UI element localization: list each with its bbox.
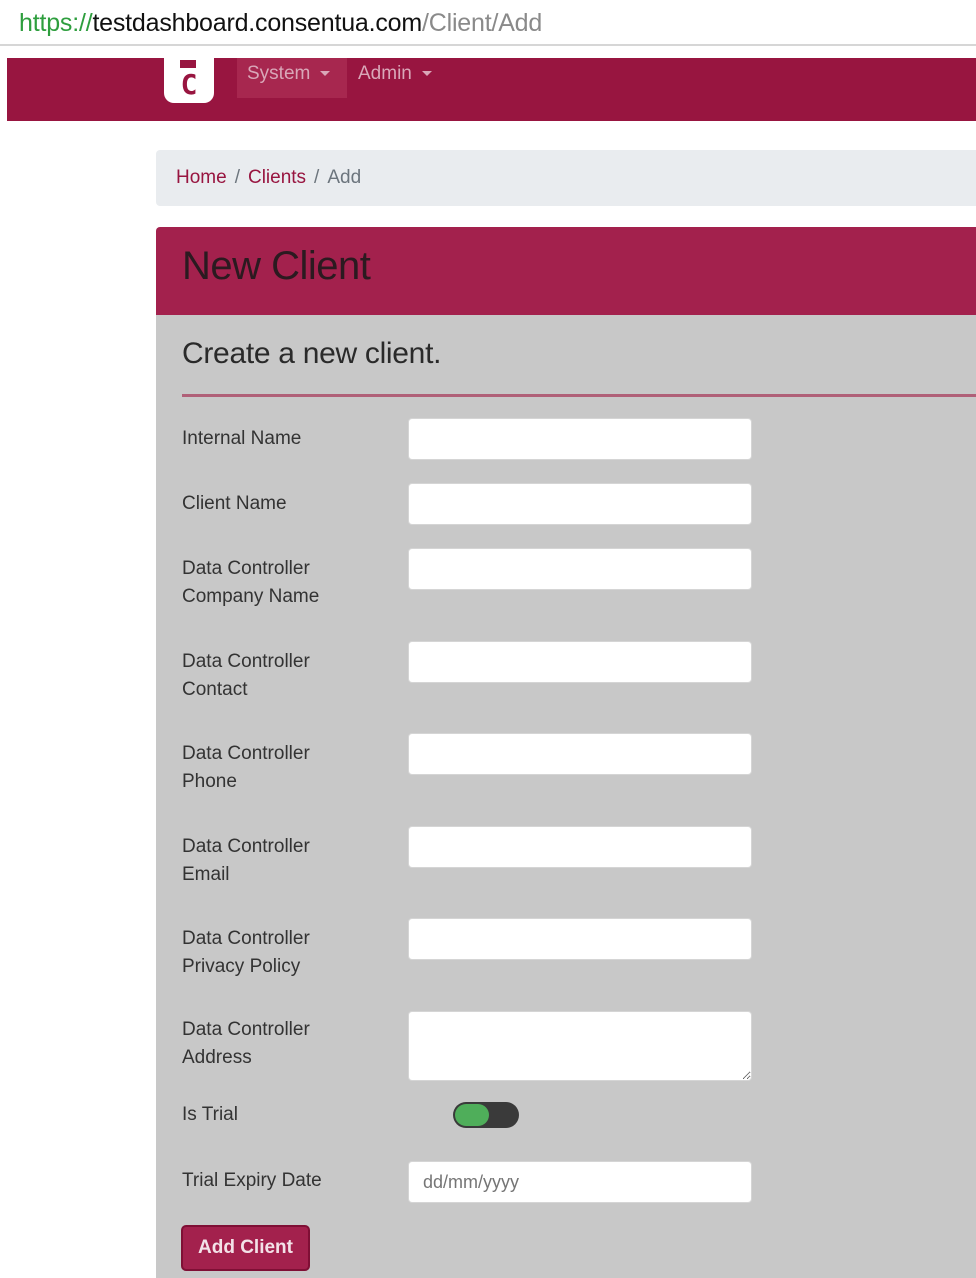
- add-client-button[interactable]: Add Client: [181, 1225, 310, 1271]
- nav-system-dropdown[interactable]: System: [237, 58, 347, 98]
- internal-name-input[interactable]: [408, 418, 752, 460]
- is-trial-toggle[interactable]: [453, 1102, 519, 1128]
- phone-input[interactable]: [408, 733, 752, 775]
- trial-expiry-date-input[interactable]: [408, 1161, 752, 1203]
- email-input[interactable]: [408, 826, 752, 868]
- logo-mark: [180, 60, 196, 68]
- nav-admin-dropdown[interactable]: Admin: [348, 58, 458, 98]
- company-name-input[interactable]: [408, 548, 752, 590]
- logo-letter: C: [180, 68, 198, 101]
- privacy-policy-label: Data Controller Privacy Policy: [182, 928, 310, 977]
- client-name-input[interactable]: [408, 483, 752, 525]
- breadcrumb-clients[interactable]: Clients: [248, 167, 306, 188]
- breadcrumb-separator: /: [234, 167, 240, 188]
- caret-down-icon: [421, 71, 432, 77]
- phone-label: Data Controller Phone: [182, 743, 310, 792]
- top-navbar: C System Admin: [7, 58, 976, 121]
- url-scheme: https://: [19, 9, 93, 37]
- breadcrumb-current: Add: [327, 167, 362, 188]
- privacy-policy-input[interactable]: [408, 918, 752, 960]
- browser-url-bar[interactable]: https://testdashboard.consentua.com/Clie…: [0, 0, 976, 46]
- form-divider: [182, 394, 976, 397]
- is-trial-label: Is Trial: [182, 1104, 238, 1125]
- internal-name-label: Internal Name: [182, 428, 302, 449]
- contact-label: Data Controller Contact: [182, 651, 310, 700]
- nav-admin-label: Admin: [358, 63, 412, 84]
- address-textarea[interactable]: [408, 1011, 752, 1081]
- contact-input[interactable]: [408, 641, 752, 683]
- url-text[interactable]: https://testdashboard.consentua.com/Clie…: [19, 9, 542, 38]
- new-client-form: Create a new client. Internal Name Clien…: [156, 315, 976, 1278]
- email-label: Data Controller Email: [182, 836, 310, 885]
- company-name-label: Data Controller Company Name: [182, 558, 320, 607]
- breadcrumb-home[interactable]: Home: [176, 167, 227, 188]
- breadcrumb: Home / Clients / Add: [156, 150, 976, 206]
- client-name-label: Client Name: [182, 493, 287, 514]
- form-subtitle: Create a new client.: [182, 337, 442, 370]
- trial-expiry-label: Trial Expiry Date: [182, 1170, 322, 1191]
- card-header: New Client: [156, 227, 976, 315]
- caret-down-icon: [320, 71, 331, 77]
- toggle-knob: [455, 1104, 489, 1126]
- page-title: New Client: [182, 244, 371, 288]
- url-host: testdashboard.consentua.com: [92, 9, 422, 37]
- url-path: /Client/Add: [421, 9, 543, 37]
- address-label: Data Controller Address: [182, 1019, 310, 1068]
- consentua-logo[interactable]: C: [164, 58, 214, 103]
- nav-system-label: System: [247, 63, 311, 84]
- breadcrumb-separator: /: [314, 167, 320, 188]
